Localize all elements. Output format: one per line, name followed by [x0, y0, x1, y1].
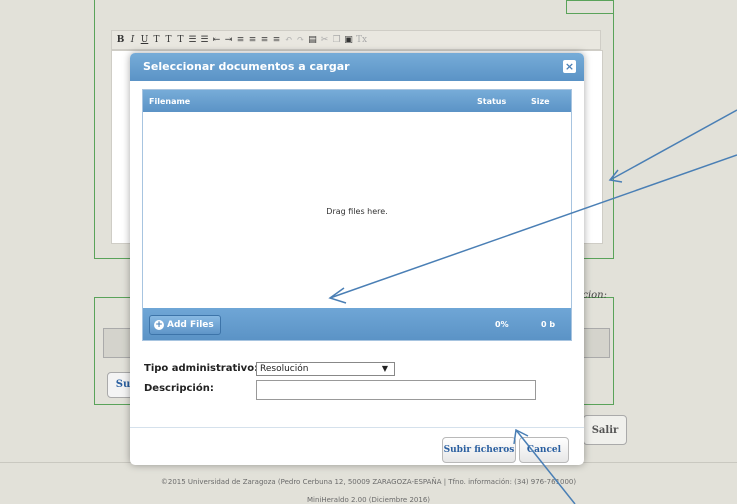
fieldset-legend: cion:: [582, 290, 607, 301]
salir-button[interactable]: Salir: [583, 415, 627, 445]
column-size: Size: [531, 97, 550, 106]
add-files-label: Add Files: [167, 320, 214, 330]
tipo-select-value: Resolución: [260, 364, 309, 374]
footer-version: MiniHeraldo 2.00 (Diciembre 2016): [306, 496, 431, 504]
footer-copyright: ©2015 Universidad de Zaragoza (Pedro Cer…: [160, 478, 577, 486]
column-filename: Filename: [149, 97, 191, 106]
font-size-button[interactable]: T: [164, 35, 173, 45]
indent-icon[interactable]: ⇥: [224, 35, 233, 45]
editor-toolbar: B I U T T T ☰ ☰ ⇤ ⇥ ≡ ≡ ≡ ≡ ↶ ↷ ▤ ✂ ❐ ▣ …: [111, 30, 601, 50]
tipo-select[interactable]: Resolución ▼: [256, 362, 395, 376]
dialog-titlebar[interactable]: Seleccionar documentos a cargar ×: [130, 53, 584, 81]
top-right-box: [566, 0, 614, 14]
font-button[interactable]: T: [152, 35, 161, 45]
copy-icon[interactable]: ❐: [332, 35, 341, 45]
align-center-icon[interactable]: ≡: [248, 35, 257, 45]
file-uploader: Filename Status Size Drag files here. + …: [142, 89, 572, 341]
upload-dialog: Seleccionar documentos a cargar × Filena…: [130, 53, 584, 465]
plus-icon: +: [154, 320, 164, 330]
close-icon[interactable]: ×: [563, 60, 576, 73]
column-status: Status: [477, 97, 507, 106]
align-justify-icon[interactable]: ≡: [272, 35, 281, 45]
block-icon[interactable]: ▤: [308, 35, 317, 45]
dialog-title: Seleccionar documentos a cargar: [143, 60, 350, 73]
paste-icon[interactable]: ▣: [344, 35, 353, 45]
redo-icon[interactable]: ↷: [296, 35, 305, 45]
dropdown-arrow-icon: ▼: [381, 364, 388, 373]
number-list-icon[interactable]: ☰: [200, 35, 209, 45]
upload-total-size: 0 b: [541, 320, 556, 329]
align-left-icon[interactable]: ≡: [236, 35, 245, 45]
clear-format-icon[interactable]: Tx: [356, 35, 367, 45]
uploader-footer: + Add Files 0% 0 b: [143, 308, 571, 340]
bold-button[interactable]: B: [116, 35, 125, 45]
drop-zone-text: Drag files here.: [326, 207, 388, 216]
drop-zone[interactable]: Drag files here.: [143, 112, 571, 308]
add-files-button[interactable]: + Add Files: [149, 315, 221, 335]
cancel-button[interactable]: Cancel: [519, 437, 569, 463]
descripcion-label: Descripción:: [144, 383, 214, 394]
italic-button[interactable]: I: [128, 35, 137, 45]
upload-percent: 0%: [495, 320, 509, 329]
tipo-label: Tipo administrativo:: [144, 363, 259, 374]
dialog-separator: [130, 427, 584, 428]
undo-icon[interactable]: ↶: [284, 35, 293, 45]
outdent-icon[interactable]: ⇤: [212, 35, 221, 45]
cut-icon[interactable]: ✂: [320, 35, 329, 45]
descripcion-input[interactable]: [256, 380, 536, 400]
text-color-button[interactable]: T: [176, 35, 185, 45]
align-right-icon[interactable]: ≡: [260, 35, 269, 45]
underline-button[interactable]: U: [140, 35, 149, 45]
bullet-list-icon[interactable]: ☰: [188, 35, 197, 45]
subir-ficheros-button[interactable]: Subir ficheros: [442, 437, 516, 463]
uploader-header: Filename Status Size: [143, 90, 571, 112]
